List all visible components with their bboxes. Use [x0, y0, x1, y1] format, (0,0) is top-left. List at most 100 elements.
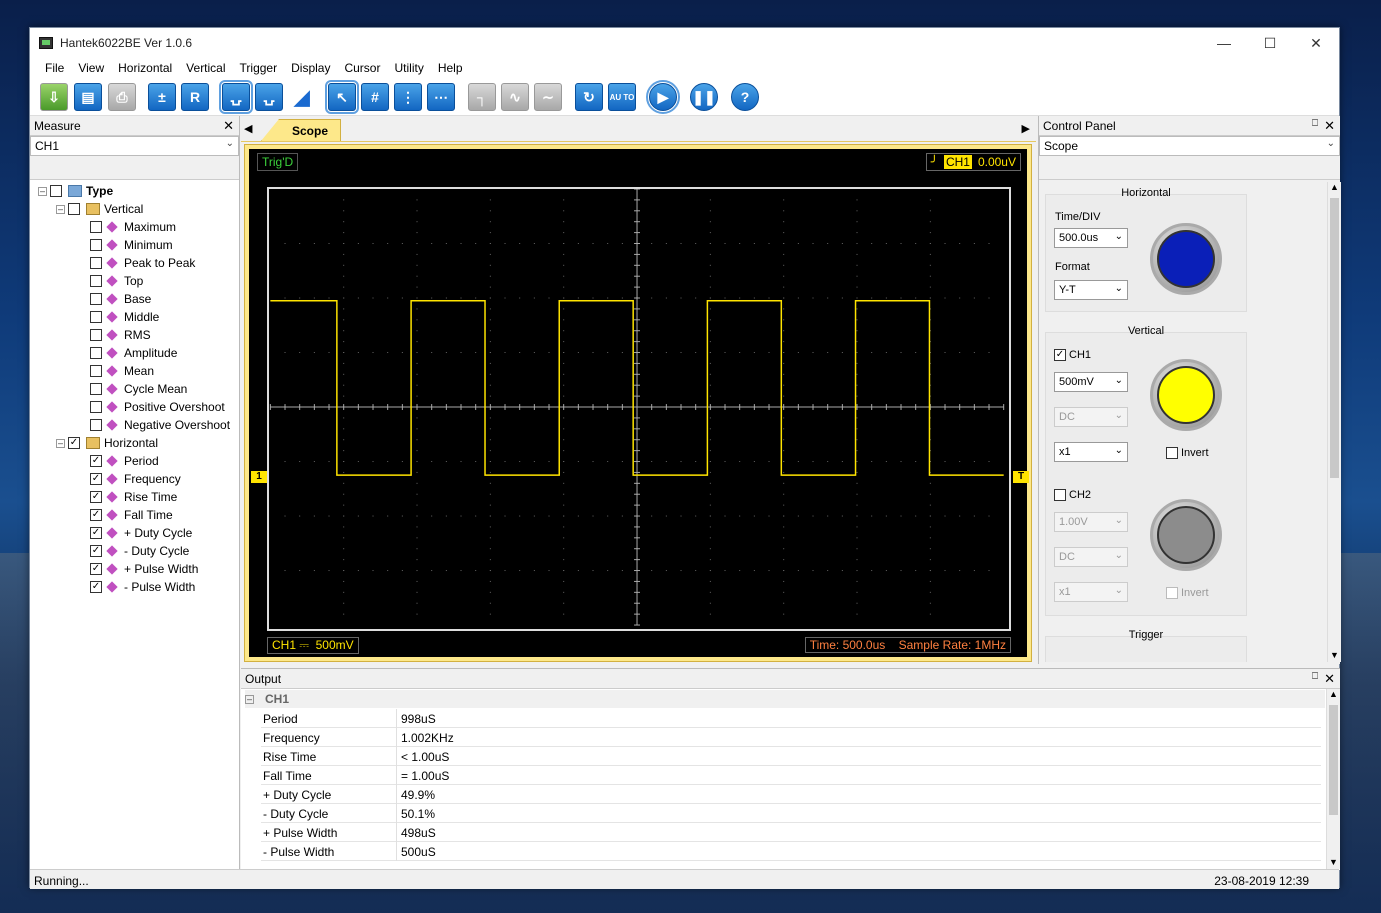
step-wave-icon[interactable]: ┐	[468, 83, 496, 111]
control-scrollbar[interactable]: ▲ ▼	[1327, 182, 1341, 662]
measure-checkbox[interactable]	[90, 257, 102, 269]
measure-checkbox[interactable]	[90, 347, 102, 359]
measure-item[interactable]: ✓ - Pulse Width	[30, 578, 240, 596]
menu-help[interactable]: Help	[431, 61, 470, 75]
control-mode-select[interactable]: Scope ⌄	[1039, 136, 1340, 156]
measure-checkbox[interactable]	[90, 419, 102, 431]
measure-item[interactable]: Middle	[30, 308, 240, 326]
measure-checkbox[interactable]	[90, 383, 102, 395]
scroll-thumb[interactable]	[1329, 705, 1338, 815]
collapse-icon[interactable]: –	[245, 694, 254, 704]
measure-item[interactable]: Base	[30, 290, 240, 308]
control-close-icon[interactable]: ✕	[1324, 118, 1335, 134]
measure-checkbox[interactable]	[90, 293, 102, 305]
ch2-probe-select[interactable]: x1 ⌄	[1054, 582, 1128, 602]
math-icon[interactable]: ±	[148, 83, 176, 111]
collapse-icon[interactable]: –	[56, 204, 65, 214]
vertical-cursor-icon[interactable]: ⋮	[394, 83, 422, 111]
ch2-volt-select[interactable]: 1.00V ⌄	[1054, 512, 1128, 532]
measure-checkbox[interactable]: ✓	[90, 563, 102, 575]
measure-checkbox[interactable]	[90, 365, 102, 377]
sine-wave-icon[interactable]: ∼	[534, 83, 562, 111]
menu-vertical[interactable]: Vertical	[179, 61, 232, 75]
measure-item[interactable]: ✓ - Duty Cycle	[30, 542, 240, 560]
measure-item[interactable]: Negative Overshoot	[30, 416, 240, 434]
cursor-select-icon[interactable]: ↖	[325, 80, 359, 114]
measure-item[interactable]: ✓ Period	[30, 452, 240, 470]
grid-icon[interactable]: #	[361, 83, 389, 111]
ch1-invert-checkbox[interactable]	[1166, 447, 1178, 459]
print-icon[interactable]: ⎙	[108, 83, 136, 111]
output-row[interactable]: - Pulse Width 500uS	[261, 842, 1321, 861]
square-wave-icon[interactable]: ⍽	[219, 80, 253, 114]
ch1-probe-select[interactable]: x1 ⌄	[1054, 442, 1128, 462]
tree-root-type[interactable]: – Type	[30, 182, 240, 200]
measure-checkbox[interactable]: ✓	[90, 491, 102, 503]
measure-checkbox[interactable]: ✓	[90, 545, 102, 557]
measure-item[interactable]: Mean	[30, 362, 240, 380]
output-row[interactable]: + Pulse Width 498uS	[261, 823, 1321, 842]
output-row[interactable]: - Duty Cycle 50.1%	[261, 804, 1321, 823]
vertical-checkbox[interactable]	[68, 203, 80, 215]
waveform-grid[interactable]	[267, 187, 1011, 631]
measure-checkbox[interactable]: ✓	[90, 527, 102, 539]
menu-utility[interactable]: Utility	[387, 61, 430, 75]
type-checkbox[interactable]	[50, 185, 62, 197]
tree-vertical[interactable]: – Vertical	[30, 200, 240, 218]
collapse-icon[interactable]: –	[56, 438, 65, 448]
measure-checkbox[interactable]: ✓	[90, 455, 102, 467]
menu-trigger[interactable]: Trigger	[233, 61, 285, 75]
scroll-up-icon[interactable]: ▲	[1327, 689, 1340, 699]
measure-checkbox[interactable]	[90, 221, 102, 233]
refresh-icon[interactable]: ↻	[575, 83, 603, 111]
measure-checkbox[interactable]: ✓	[90, 473, 102, 485]
ch1-coupling-select[interactable]: DC ⌄	[1054, 407, 1128, 427]
output-row[interactable]: Fall Time = 1.00uS	[261, 766, 1321, 785]
output-row[interactable]: Frequency 1.002KHz	[261, 728, 1321, 747]
ramp-icon[interactable]: ◢	[288, 83, 316, 111]
output-row[interactable]: Period 998uS	[261, 709, 1321, 728]
ch2-invert-checkbox[interactable]	[1166, 587, 1178, 599]
trigger-marker[interactable]: T	[1013, 471, 1029, 483]
measure-item[interactable]: Top	[30, 272, 240, 290]
measure-item[interactable]: Positive Overshoot	[30, 398, 240, 416]
menu-file[interactable]: File	[38, 61, 71, 75]
reference-button[interactable]: R	[181, 83, 209, 111]
ch2-enable[interactable]: CH2	[1054, 489, 1091, 501]
ch2-checkbox[interactable]	[1054, 489, 1066, 501]
time-div-knob[interactable]	[1150, 223, 1222, 295]
measure-checkbox[interactable]: ✓	[90, 509, 102, 521]
measure-item[interactable]: ✓ Rise Time	[30, 488, 240, 506]
ch2-invert[interactable]: Invert	[1166, 587, 1209, 599]
menu-cursor[interactable]: Cursor	[337, 61, 387, 75]
open-icon[interactable]: ⇩	[40, 83, 68, 111]
ch1-volt-select[interactable]: 500mV ⌄	[1054, 372, 1128, 392]
tab-scope[interactable]: Scope	[261, 119, 342, 141]
horizontal-checkbox[interactable]: ✓	[68, 437, 80, 449]
close-button[interactable]: ✕	[1293, 28, 1339, 58]
tree-horizontal[interactable]: – ✓ Horizontal	[30, 434, 240, 452]
scroll-down-icon[interactable]: ▼	[1327, 857, 1340, 867]
measure-checkbox[interactable]	[90, 401, 102, 413]
measure-item[interactable]: ✓ Fall Time	[30, 506, 240, 524]
ch1-volt-knob[interactable]	[1150, 359, 1222, 431]
measure-item[interactable]: ✓ + Pulse Width	[30, 560, 240, 578]
measure-item[interactable]: Amplitude	[30, 344, 240, 362]
time-div-select[interactable]: 500.0us ⌄	[1054, 228, 1128, 248]
format-select[interactable]: Y-T ⌄	[1054, 280, 1128, 300]
ch1-enable[interactable]: ✓ CH1	[1054, 349, 1091, 361]
ch1-marker[interactable]: 1	[251, 471, 267, 483]
measure-item[interactable]: Cycle Mean	[30, 380, 240, 398]
save-icon[interactable]: ▤	[74, 83, 102, 111]
measure-checkbox[interactable]	[90, 239, 102, 251]
pin-icon[interactable]: ⎕	[1312, 118, 1318, 129]
menu-view[interactable]: View	[71, 61, 111, 75]
ch2-coupling-select[interactable]: DC ⌄	[1054, 547, 1128, 567]
pin-icon[interactable]: ⎕	[1312, 671, 1318, 682]
horizontal-cursor-icon[interactable]: ⋯	[427, 83, 455, 111]
measure-item[interactable]: Minimum	[30, 236, 240, 254]
measure-checkbox[interactable]	[90, 329, 102, 341]
ch1-checkbox[interactable]: ✓	[1054, 349, 1066, 361]
measure-item[interactable]: RMS	[30, 326, 240, 344]
measure-checkbox[interactable]	[90, 275, 102, 287]
